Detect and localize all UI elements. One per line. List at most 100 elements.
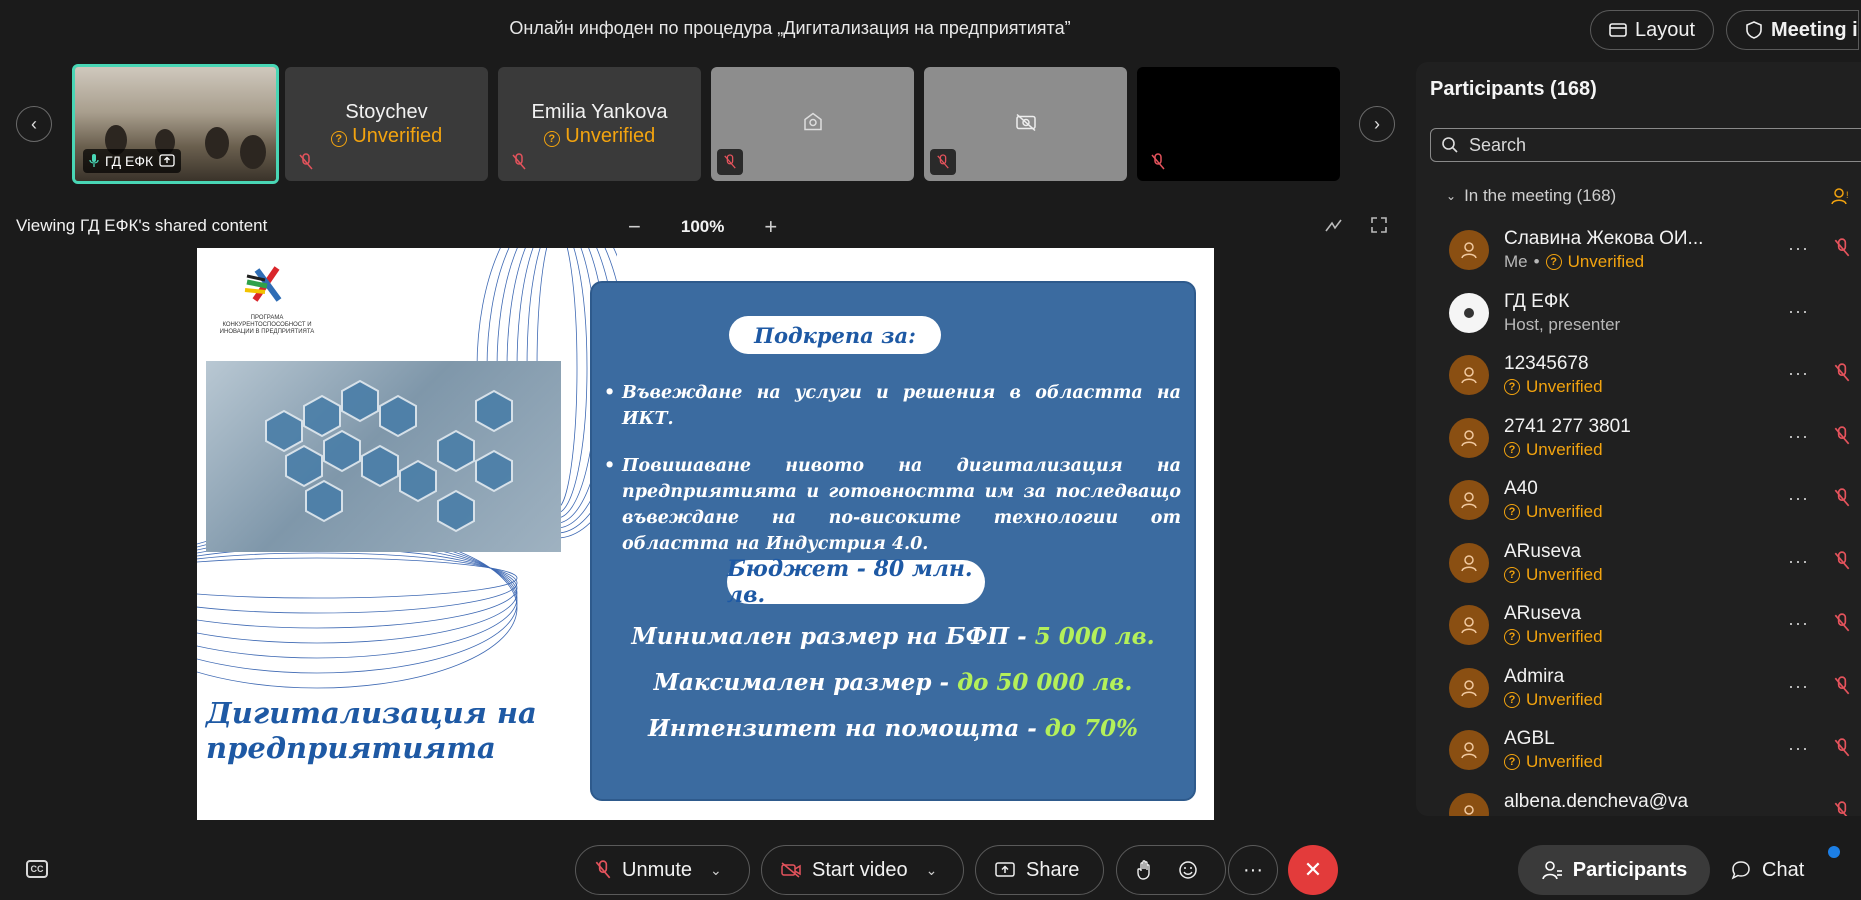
participants-button[interactable]: Participants bbox=[1518, 845, 1710, 895]
bullet-item: Повишаване нивото на дигитализация на пр… bbox=[604, 453, 1181, 558]
tile-name: Emilia Yankova bbox=[531, 101, 668, 123]
more-options-button[interactable]: ··· bbox=[1788, 738, 1809, 759]
muted-mic-icon[interactable] bbox=[1833, 675, 1851, 696]
more-options-button[interactable]: ··· bbox=[1788, 676, 1809, 697]
search-icon bbox=[1442, 137, 1458, 153]
slide-title: Дигитализация на предприятията bbox=[206, 696, 537, 765]
meeting-info-button[interactable]: Meeting i bbox=[1726, 10, 1859, 50]
video-tile-participant[interactable] bbox=[711, 67, 914, 181]
muted-mic-icon[interactable] bbox=[1833, 238, 1851, 258]
participants-title: Participants (168) bbox=[1430, 78, 1597, 100]
viewing-label: Viewing ГД ЕФК's shared content bbox=[16, 216, 268, 235]
participant-name: ARuseva bbox=[1504, 540, 1582, 562]
more-options-button[interactable]: ··· bbox=[1788, 551, 1809, 572]
close-icon: ✕ bbox=[1303, 857, 1323, 882]
unmute-button[interactable]: Unmute ⌄ bbox=[575, 845, 750, 895]
participants-search-input[interactable]: Search bbox=[1430, 128, 1861, 162]
share-screen-icon bbox=[995, 862, 1015, 877]
annotate-icon[interactable] bbox=[1323, 214, 1345, 236]
participant-row[interactable]: A40 ? Unverified ··· bbox=[1416, 470, 1861, 533]
zoom-in-button[interactable]: + bbox=[764, 214, 777, 240]
filmstrip-next-button[interactable]: › bbox=[1359, 106, 1395, 142]
reaction-emoji-icon[interactable] bbox=[1177, 859, 1199, 881]
participant-row[interactable]: Admira ? Unverified ··· bbox=[1416, 658, 1861, 721]
avatar bbox=[1449, 230, 1489, 270]
video-tile-participant[interactable]: Emilia Yankova ? Unverified bbox=[498, 67, 701, 181]
more-options-button[interactable]: ··· bbox=[1228, 845, 1278, 895]
search-placeholder: Search bbox=[1469, 134, 1527, 155]
unmute-label: Unmute bbox=[622, 858, 693, 881]
microphone-icon bbox=[89, 154, 99, 167]
participant-status: ? Unverified bbox=[1504, 690, 1603, 710]
zoom-level: 100% bbox=[680, 217, 725, 236]
video-tile-participant[interactable]: Stoychev ? Unverified bbox=[285, 67, 488, 181]
more-options-button[interactable]: ··· bbox=[1788, 238, 1809, 259]
share-button[interactable]: Share bbox=[975, 845, 1104, 895]
layout-button[interactable]: Layout bbox=[1590, 10, 1715, 50]
participant-row[interactable]: ARuseva ? Unverified ··· bbox=[1416, 533, 1861, 596]
participant-row[interactable]: AGBL ? Unverified ··· bbox=[1416, 720, 1861, 783]
participant-row[interactable]: 2741 277 3801 ? Unverified ··· bbox=[1416, 408, 1861, 471]
shield-icon bbox=[1746, 21, 1762, 39]
muted-mic-icon[interactable] bbox=[1833, 800, 1851, 817]
chevron-down-icon: ⌄ bbox=[1446, 189, 1457, 203]
start-video-button[interactable]: Start video ⌄ bbox=[761, 845, 964, 895]
more-options-button[interactable]: ··· bbox=[1788, 613, 1809, 634]
chevron-down-icon[interactable]: ⌄ bbox=[926, 862, 938, 879]
fullscreen-icon[interactable] bbox=[1368, 214, 1390, 236]
participant-warning-icon[interactable]: ! bbox=[1831, 186, 1851, 206]
end-call-button[interactable]: ✕ bbox=[1288, 845, 1338, 895]
participant-row[interactable]: ГД ЕФК Host, presenter ··· bbox=[1416, 283, 1861, 346]
meeting-info-label: Meeting i bbox=[1771, 18, 1858, 41]
more-options-button[interactable]: ··· bbox=[1788, 363, 1809, 384]
avatar-placeholder-icon bbox=[801, 110, 825, 139]
question-icon: ? bbox=[330, 131, 347, 147]
in-meeting-section-toggle[interactable]: ⌄ In the meeting (168) bbox=[1446, 186, 1616, 206]
muted-mic-icon[interactable] bbox=[1833, 488, 1851, 508]
muted-mic-icon[interactable] bbox=[1833, 738, 1851, 758]
video-tile-presenter[interactable]: ГД ЕФК bbox=[72, 64, 279, 184]
participant-name: ГД ЕФК bbox=[1504, 290, 1570, 312]
participant-row[interactable]: albena.dencheva@va bbox=[1416, 783, 1861, 817]
participant-row[interactable]: ARuseva ? Unverified ··· bbox=[1416, 595, 1861, 658]
chevron-right-icon: › bbox=[1374, 113, 1380, 134]
muted-mic-icon bbox=[930, 149, 956, 175]
more-options-button[interactable]: ··· bbox=[1788, 426, 1809, 447]
muted-mic-icon[interactable] bbox=[1833, 613, 1851, 633]
support-label: Подкрепа за: bbox=[729, 316, 941, 354]
avatar bbox=[1449, 355, 1489, 395]
video-off-icon bbox=[781, 862, 801, 878]
question-icon: ? bbox=[543, 131, 560, 147]
user-icon bbox=[1461, 554, 1477, 571]
avatar bbox=[1449, 605, 1489, 645]
video-tile-participant[interactable] bbox=[924, 67, 1127, 181]
user-icon bbox=[1461, 429, 1477, 446]
user-icon bbox=[1461, 492, 1477, 509]
zoom-controls: − 100% + bbox=[628, 214, 777, 240]
filmstrip-prev-button[interactable]: ‹ bbox=[16, 106, 52, 142]
zoom-out-button[interactable]: − bbox=[628, 214, 641, 240]
more-options-button[interactable]: ··· bbox=[1788, 301, 1809, 322]
chevron-down-icon[interactable]: ⌄ bbox=[710, 862, 722, 879]
chat-icon bbox=[1731, 861, 1750, 880]
muted-mic-icon[interactable] bbox=[1833, 425, 1851, 446]
raise-hand-icon[interactable] bbox=[1135, 859, 1155, 881]
video-tile-participant[interactable] bbox=[1137, 67, 1340, 181]
muted-mic-icon bbox=[717, 149, 743, 175]
muted-mic-icon[interactable] bbox=[1833, 550, 1851, 571]
layout-label: Layout bbox=[1635, 18, 1696, 41]
muted-mic-icon bbox=[508, 151, 530, 173]
muted-mic-icon[interactable] bbox=[1833, 363, 1851, 383]
participant-row[interactable]: 12345678 ? Unverified ··· bbox=[1416, 345, 1861, 408]
chat-notification-badge bbox=[1828, 846, 1840, 858]
avatar bbox=[1449, 730, 1489, 770]
participant-row[interactable]: Славина Жекова ОИ... Me •? Unverified ··· bbox=[1416, 220, 1861, 283]
more-options-button[interactable]: ··· bbox=[1788, 488, 1809, 509]
chat-button[interactable]: Chat bbox=[1730, 845, 1804, 895]
user-icon bbox=[1461, 242, 1477, 259]
participant-status: ? Unverified bbox=[1504, 502, 1603, 522]
presenter-name: ГД ЕФК bbox=[105, 153, 154, 169]
avatar bbox=[1449, 480, 1489, 520]
closed-captions-button[interactable]: CC bbox=[26, 860, 48, 878]
svg-text:!: ! bbox=[1846, 190, 1849, 200]
